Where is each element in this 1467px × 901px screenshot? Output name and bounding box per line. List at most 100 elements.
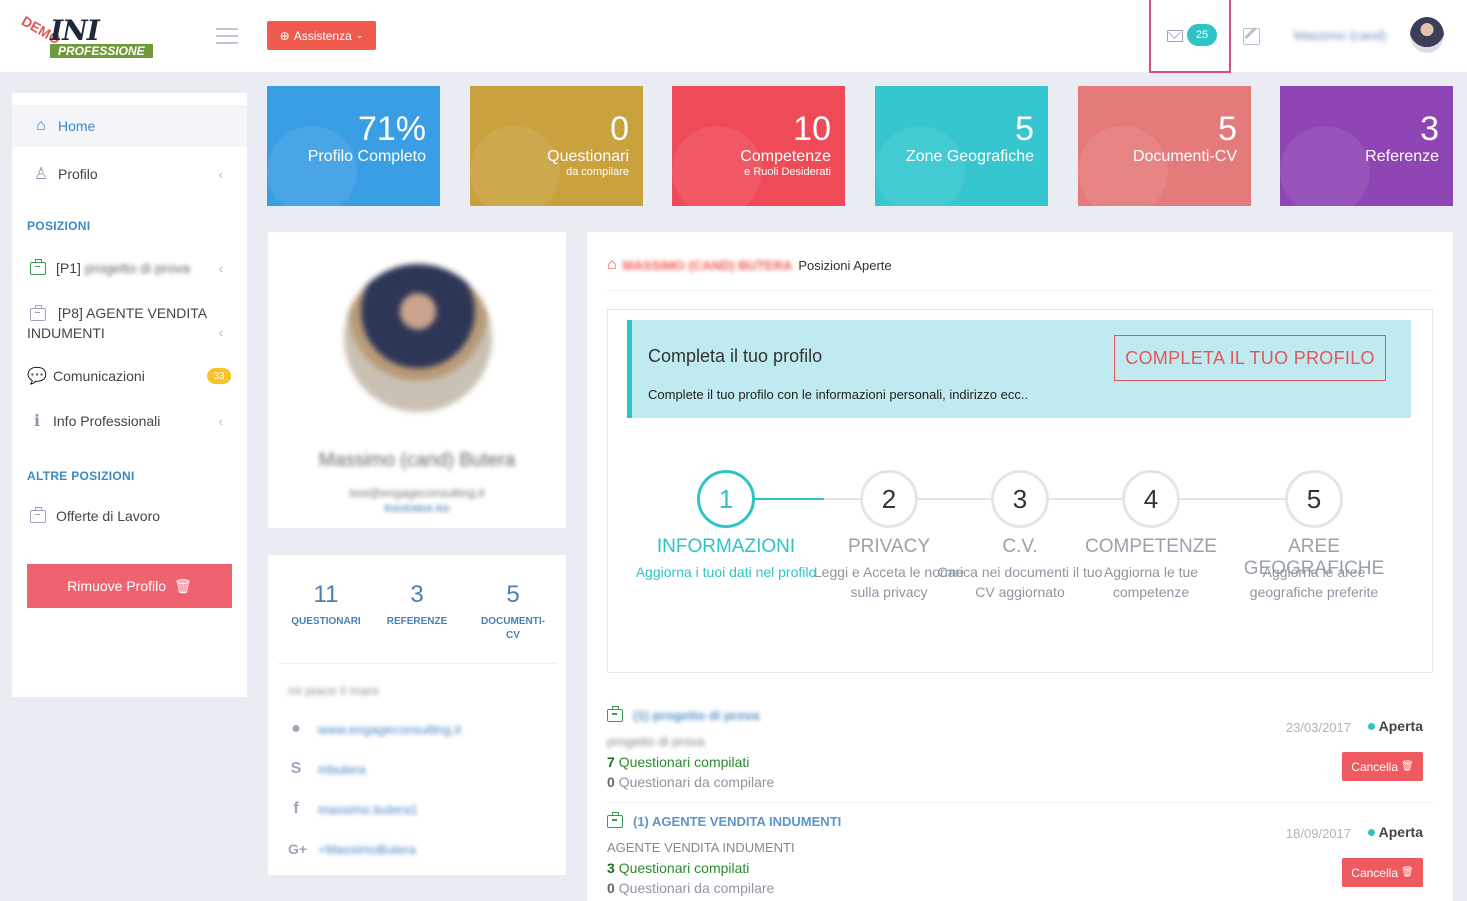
todo-count: 0	[607, 880, 615, 896]
trash-icon: 🗑	[1401, 867, 1414, 878]
skype-icon: S	[290, 760, 302, 777]
briefcase-icon	[607, 812, 623, 828]
position-date: 18/09/2017	[1285, 826, 1351, 841]
social-website[interactable]: ● www.engageconsulting.it	[288, 721, 461, 737]
stat-value: 11	[313, 581, 339, 608]
step-circle[interactable]: 5	[1285, 470, 1343, 528]
position-subtitle: AGENTE VENDITA INDUMENTI	[607, 840, 795, 855]
sidebar-item-info[interactable]: ℹ Info Professionali ‹	[12, 400, 247, 442]
chevron-left-icon: ‹	[218, 260, 223, 276]
briefcase-icon	[30, 506, 46, 523]
briefcase-icon	[607, 706, 623, 722]
home-icon[interactable]: ⌂	[607, 256, 617, 274]
completed-count: 3	[607, 860, 615, 876]
sidebar-item-label: Profilo	[58, 166, 98, 182]
sidebar-item-p8[interactable]: [P8] AGENTE VENDITA INDUMENTI ‹	[12, 301, 247, 345]
step-connector	[1049, 498, 1122, 500]
profile-name: Massimo (cand) Butera	[318, 450, 516, 471]
stat-tile[interactable]: 5 Documenti-CV	[1078, 86, 1251, 206]
globe-icon: ●	[291, 720, 301, 737]
questionnaires-completed: 7 Questionari compilati	[607, 754, 749, 770]
profile-location: RAVENNA RA	[384, 504, 450, 515]
position-title-text: (1) AGENTE VENDITA INDUMENTI	[633, 814, 842, 829]
profile-details-card: 11 QUESTIONARI 3 REFERENZE 5 DOCUMENTI-C…	[268, 555, 566, 875]
user-name[interactable]: Massimo (cand)	[1294, 28, 1386, 43]
tile-label: Questionari	[547, 148, 629, 165]
social-text: +MassimoButera	[318, 841, 416, 857]
envelope-icon	[1167, 30, 1183, 42]
sidebar-item-offers[interactable]: Offerte di Lavoro	[12, 495, 247, 537]
remove-profile-button[interactable]: Rimuove Profilo 🗑	[27, 564, 232, 608]
position-subtitle: progetto di prova	[607, 734, 705, 749]
social-facebook[interactable]: f massimo.butera1	[288, 800, 417, 817]
assistance-button[interactable]: ⊕ Assistenza ⌄	[267, 21, 376, 50]
step-circle[interactable]: 4	[1122, 470, 1180, 528]
briefcase-icon	[30, 258, 46, 275]
sidebar: ⌂ Home ♙ Profilo ‹ POSIZIONI [P1] proget…	[12, 93, 247, 697]
stat-tile[interactable]: 0 Questionari da compilare	[470, 86, 643, 206]
social-text: www.engageconsulting.it	[318, 721, 462, 737]
sidebar-item-label: Comunicazioni	[53, 368, 145, 384]
sidebar-item-label: [P8] AGENTE VENDITA INDUMENTI	[27, 305, 207, 341]
chevron-down-icon: ⌄	[355, 30, 364, 40]
menu-toggle-icon[interactable]	[216, 28, 238, 49]
complete-profile-alert: Completa il tuo profilo Complete il tuo …	[627, 320, 1411, 418]
top-bar: DEMO INI PROFESSIONE ⊕ Assistenza ⌄ 25 M…	[0, 0, 1467, 73]
step-circle[interactable]: 1	[697, 470, 755, 528]
social-skype[interactable]: S mbutera	[288, 761, 366, 777]
sidebar-item-profile[interactable]: ♙ Profilo ‹	[12, 153, 247, 195]
chevron-left-icon: ‹	[218, 325, 223, 340]
tile-value: 3	[1420, 110, 1439, 148]
step-circle[interactable]: 2	[860, 470, 918, 528]
cancel-button[interactable]: Cancella 🗑	[1342, 752, 1423, 781]
stat-referenze[interactable]: 3 REFERENZE	[367, 581, 467, 629]
sidebar-item-p1[interactable]: [P1] progetto di prova ‹	[12, 247, 247, 289]
step-circle[interactable]: 3	[991, 470, 1049, 528]
chevron-left-icon: ‹	[218, 413, 223, 429]
lifebuoy-icon: ⊕	[279, 28, 290, 43]
messages-button[interactable]: 25	[1149, 0, 1231, 73]
position-item: (1) AGENTE VENDITA INDUMENTI AGENTE VENDI…	[607, 812, 1433, 901]
completed-label: Questionari compilati	[618, 860, 750, 876]
completed-label: Questionari compilati	[618, 754, 750, 770]
logo-title: INI	[50, 14, 100, 47]
social-text: mbutera	[318, 761, 366, 777]
stat-documenti[interactable]: 5 DOCUMENTI-CV	[478, 581, 548, 643]
divider	[607, 802, 1433, 803]
home-icon: ⌂	[36, 117, 46, 134]
step-connector	[918, 498, 991, 500]
stat-tile[interactable]: 5 Zone Geografiche	[875, 86, 1048, 206]
remove-profile-label: Rimuove Profilo	[67, 578, 167, 594]
facebook-icon: f	[293, 800, 299, 817]
stat-tile[interactable]: 3 Referenze	[1280, 86, 1453, 206]
step-description: Aggiorna le aree geografiche preferite	[1249, 564, 1379, 600]
stat-tile[interactable]: 71% Profilo Completo	[267, 86, 440, 206]
trash-icon: 🗑	[174, 577, 192, 594]
user-icon: ♙	[33, 166, 49, 183]
complete-profile-button[interactable]: COMPLETA IL TUO PROFILO	[1114, 335, 1386, 381]
step-title: COMPETENZE	[1085, 536, 1217, 557]
position-title[interactable]: (1) progetto di prova	[607, 706, 759, 723]
communications-badge: 33	[207, 368, 231, 384]
social-gplus[interactable]: G+ +MassimoButera	[288, 841, 416, 857]
sidebar-item-label: Home	[58, 118, 96, 134]
stat-tile[interactable]: 10 Competenze e Ruoli Desiderati	[672, 86, 845, 206]
sidebar-item-label: progetto di prova	[84, 260, 190, 276]
stat-questionari[interactable]: 11 QUESTIONARI	[276, 581, 376, 629]
edit-icon[interactable]	[1243, 28, 1260, 45]
messages-count-badge: 25	[1187, 24, 1217, 46]
breadcrumb-page: Posizioni Aperte	[798, 257, 892, 273]
questionnaires-completed: 3 Questionari compilati	[607, 860, 749, 876]
sidebar-item-home[interactable]: ⌂ Home	[12, 105, 247, 147]
breadcrumb-user[interactable]: MASSIMO (CAND) BUTERA	[623, 258, 793, 273]
cancel-label: Cancella	[1351, 759, 1398, 774]
profile-photo[interactable]	[344, 264, 492, 412]
position-title[interactable]: (1) AGENTE VENDITA INDUMENTI	[607, 812, 842, 829]
profile-card: Massimo (cand) Butera test@engageconsult…	[268, 232, 566, 528]
cancel-button[interactable]: Cancella 🗑	[1342, 858, 1423, 887]
user-avatar[interactable]	[1410, 17, 1444, 53]
sidebar-item-communications[interactable]: 💬 Comunicazioni 33	[12, 355, 247, 397]
logo[interactable]: DEMO INI PROFESSIONE	[19, 8, 176, 62]
tile-sublabel: e Ruoli Desiderati	[744, 166, 831, 178]
trash-icon: 🗑	[1401, 761, 1414, 772]
